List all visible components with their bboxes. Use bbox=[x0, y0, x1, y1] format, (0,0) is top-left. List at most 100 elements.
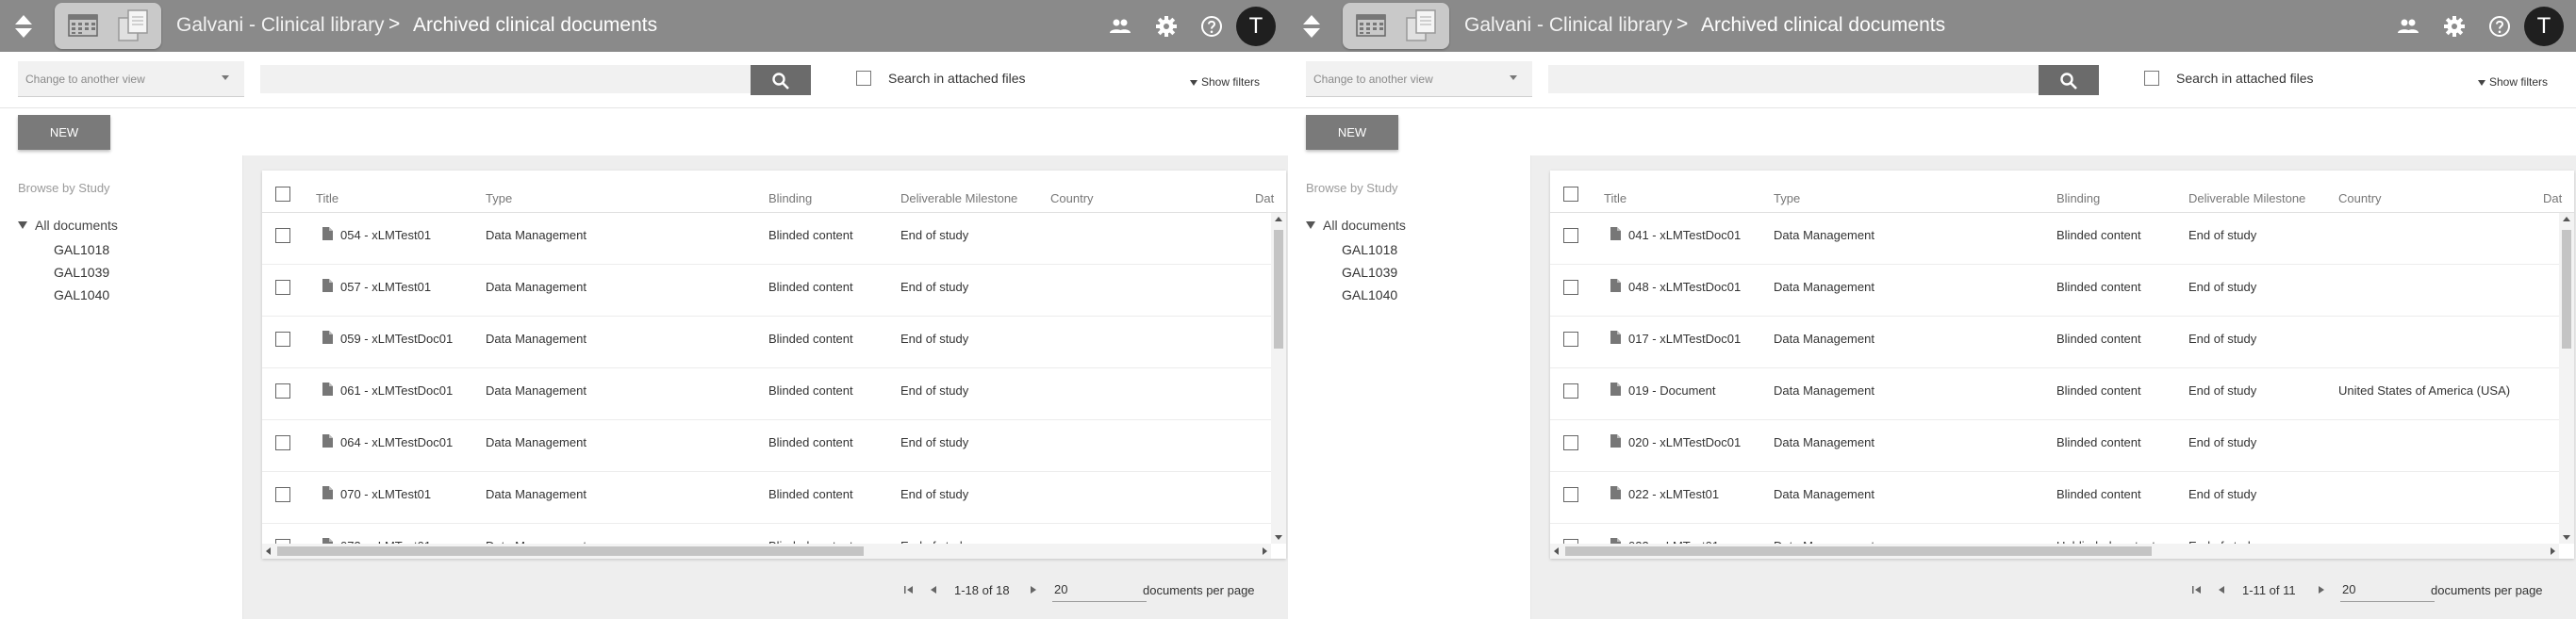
table-row[interactable]: 057 - xLMTest01 Data Management Blinded … bbox=[262, 265, 1271, 317]
row-checkbox[interactable] bbox=[275, 487, 290, 502]
column-header-country[interactable]: Country bbox=[1050, 191, 1094, 205]
column-header-milestone[interactable]: Deliverable Milestone bbox=[900, 191, 1017, 205]
column-header-country[interactable]: Country bbox=[2338, 191, 2382, 205]
caret-down-icon[interactable] bbox=[1306, 221, 1315, 229]
select-all-checkbox[interactable] bbox=[275, 187, 290, 202]
tree-item-study[interactable]: GAL1039 bbox=[54, 265, 109, 280]
caret-down-icon[interactable] bbox=[18, 221, 27, 229]
next-page-icon[interactable] bbox=[1028, 584, 1039, 595]
row-title[interactable]: 022 - xLMTest01 bbox=[1628, 487, 1719, 501]
column-header-title[interactable]: Title bbox=[316, 191, 339, 205]
scroll-up-icon[interactable] bbox=[1275, 217, 1282, 221]
table-row[interactable]: 064 - xLMTestDoc01 Data Management Blind… bbox=[262, 420, 1271, 472]
row-title[interactable]: 020 - xLMTestDoc01 bbox=[1628, 435, 1741, 449]
row-title[interactable]: 017 - xLMTestDoc01 bbox=[1628, 332, 1741, 346]
search-input[interactable] bbox=[260, 65, 751, 93]
prev-page-icon[interactable] bbox=[2216, 584, 2227, 595]
new-button[interactable]: NEW bbox=[18, 115, 110, 150]
tree-item-study[interactable]: GAL1040 bbox=[54, 287, 109, 302]
row-checkbox[interactable] bbox=[275, 332, 290, 347]
table-row[interactable]: 020 - xLMTestDoc01 Data Management Blind… bbox=[1550, 420, 2559, 472]
row-checkbox[interactable] bbox=[1563, 332, 1578, 347]
scroll-thumb[interactable] bbox=[2562, 230, 2571, 349]
row-title[interactable]: 061 - xLMTestDoc01 bbox=[340, 383, 453, 398]
row-title[interactable]: 054 - xLMTest01 bbox=[340, 228, 431, 242]
scroll-down-icon[interactable] bbox=[2563, 535, 2570, 540]
table-row[interactable]: 019 - Document Data Management Blinded c… bbox=[1550, 368, 2559, 420]
view-select[interactable]: Change to another view bbox=[1306, 61, 1532, 97]
row-checkbox[interactable] bbox=[1563, 280, 1578, 295]
users-icon[interactable] bbox=[1109, 15, 1131, 38]
search-button[interactable] bbox=[751, 65, 811, 95]
row-title[interactable]: 041 - xLMTestDoc01 bbox=[1628, 228, 1741, 242]
row-title[interactable]: 057 - xLMTest01 bbox=[340, 280, 431, 294]
column-header-milestone[interactable]: Deliverable Milestone bbox=[2188, 191, 2305, 205]
table-row[interactable]: 048 - xLMTestDoc01 Data Management Blind… bbox=[1550, 265, 2559, 317]
scroll-right-icon[interactable] bbox=[1263, 547, 1267, 555]
breadcrumb-app[interactable]: Galvani - Clinical library bbox=[1464, 14, 1673, 37]
select-all-checkbox[interactable] bbox=[1563, 187, 1578, 202]
prev-page-icon[interactable] bbox=[928, 584, 939, 595]
column-header-type[interactable]: Type bbox=[486, 191, 512, 205]
scroll-right-icon[interactable] bbox=[2551, 547, 2555, 555]
users-icon[interactable] bbox=[2397, 15, 2419, 38]
table-row[interactable]: 061 - xLMTestDoc01 Data Management Blind… bbox=[262, 368, 1271, 420]
column-header-blinding[interactable]: Blinding bbox=[2056, 191, 2100, 205]
tree-item-study[interactable]: GAL1018 bbox=[1342, 242, 1397, 257]
search-button[interactable] bbox=[2039, 65, 2099, 95]
row-title[interactable]: 059 - xLMTestDoc01 bbox=[340, 332, 453, 346]
row-title[interactable]: 064 - xLMTestDoc01 bbox=[340, 435, 453, 449]
column-header-title[interactable]: Title bbox=[1604, 191, 1627, 205]
tree-item-study[interactable]: GAL1018 bbox=[54, 242, 109, 257]
vertical-scrollbar[interactable] bbox=[1271, 213, 1286, 544]
row-checkbox[interactable] bbox=[1563, 228, 1578, 243]
page-size-input[interactable] bbox=[1052, 578, 1147, 602]
row-checkbox[interactable] bbox=[275, 435, 290, 450]
help-icon[interactable] bbox=[2488, 15, 2511, 38]
scroll-up-icon[interactable] bbox=[2563, 217, 2570, 221]
view-select[interactable]: Change to another view bbox=[18, 61, 244, 97]
table-row[interactable]: 054 - xLMTest01 Data Management Blinded … bbox=[262, 213, 1271, 265]
table-row[interactable]: 041 - xLMTestDoc01 Data Management Blind… bbox=[1550, 213, 2559, 265]
gear-icon[interactable] bbox=[2443, 15, 2466, 38]
first-page-icon[interactable] bbox=[2191, 584, 2203, 595]
tree-root-all-documents[interactable]: All documents bbox=[1306, 218, 1406, 233]
row-checkbox[interactable] bbox=[1563, 383, 1578, 399]
horizontal-scrollbar[interactable] bbox=[1550, 544, 2559, 559]
table-row[interactable]: 070 - xLMTest01 Data Management Blinded … bbox=[262, 472, 1271, 524]
horizontal-scrollbar[interactable] bbox=[262, 544, 1271, 559]
row-checkbox[interactable] bbox=[1563, 435, 1578, 450]
avatar[interactable]: T bbox=[1236, 7, 1276, 46]
search-attached-checkbox[interactable] bbox=[856, 71, 871, 86]
avatar[interactable]: T bbox=[2524, 7, 2564, 46]
search-attached-checkbox[interactable] bbox=[2144, 71, 2159, 86]
new-button[interactable]: NEW bbox=[1306, 115, 1398, 150]
column-header-blinding[interactable]: Blinding bbox=[768, 191, 812, 205]
scroll-left-icon[interactable] bbox=[1554, 547, 1559, 555]
gear-icon[interactable] bbox=[1155, 15, 1178, 38]
column-header-date[interactable]: Dat bbox=[2543, 191, 2562, 205]
show-filters-link[interactable]: Show filters bbox=[1190, 75, 1260, 89]
column-header-date[interactable]: Dat bbox=[1255, 191, 1274, 205]
tree-item-study[interactable]: GAL1040 bbox=[1342, 287, 1397, 302]
app-switcher[interactable] bbox=[55, 3, 161, 49]
row-title[interactable]: 070 - xLMTest01 bbox=[340, 487, 431, 501]
table-row[interactable]: 017 - xLMTestDoc01 Data Management Blind… bbox=[1550, 317, 2559, 368]
scroll-thumb[interactable] bbox=[1274, 230, 1283, 349]
scroll-thumb[interactable] bbox=[1565, 546, 2152, 556]
row-checkbox[interactable] bbox=[275, 280, 290, 295]
sort-icon[interactable] bbox=[13, 14, 34, 39]
scroll-thumb[interactable] bbox=[277, 546, 864, 556]
row-title[interactable]: 048 - xLMTestDoc01 bbox=[1628, 280, 1741, 294]
help-icon[interactable] bbox=[1200, 15, 1223, 38]
row-checkbox[interactable] bbox=[1563, 487, 1578, 502]
search-input[interactable] bbox=[1548, 65, 2039, 93]
scroll-left-icon[interactable] bbox=[266, 547, 271, 555]
tree-item-study[interactable]: GAL1039 bbox=[1342, 265, 1397, 280]
table-row[interactable]: 059 - xLMTestDoc01 Data Management Blind… bbox=[262, 317, 1271, 368]
show-filters-link[interactable]: Show filters bbox=[2478, 75, 2548, 89]
next-page-icon[interactable] bbox=[2316, 584, 2327, 595]
row-checkbox[interactable] bbox=[275, 228, 290, 243]
row-checkbox[interactable] bbox=[275, 383, 290, 399]
column-header-type[interactable]: Type bbox=[1774, 191, 1800, 205]
